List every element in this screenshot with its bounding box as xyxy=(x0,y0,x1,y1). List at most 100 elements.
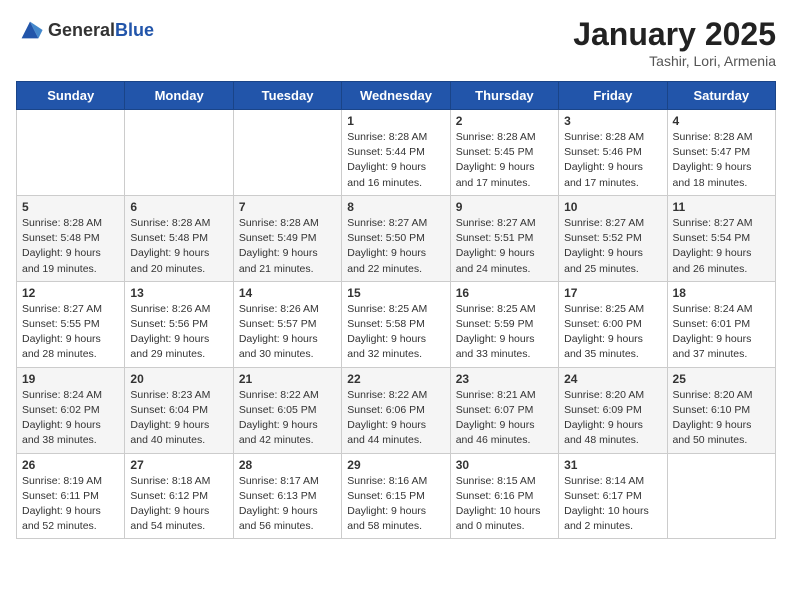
calendar-cell: 5Sunrise: 8:28 AM Sunset: 5:48 PM Daylig… xyxy=(17,195,125,281)
calendar-cell: 17Sunrise: 8:25 AM Sunset: 6:00 PM Dayli… xyxy=(559,281,667,367)
day-info: Sunrise: 8:26 AM Sunset: 5:56 PM Dayligh… xyxy=(130,302,227,363)
month-title: January 2025 xyxy=(573,16,776,53)
day-info: Sunrise: 8:27 AM Sunset: 5:50 PM Dayligh… xyxy=(347,216,444,277)
calendar-cell: 27 Sunrise: 8:18 AM Sunset: 6:12 PM Dayli… xyxy=(125,453,233,539)
calendar-cell: 29 Sunrise: 8:16 AM Sunset: 6:15 PM Dayli… xyxy=(342,453,450,539)
day-info: Sunrise: 8:16 AM Sunset: 6:15 PM Dayligh… xyxy=(347,474,444,535)
day-info: Sunrise: 8:26 AM Sunset: 5:57 PM Dayligh… xyxy=(239,302,336,363)
day-info: Sunrise: 8:28 AM Sunset: 5:49 PM Dayligh… xyxy=(239,216,336,277)
day-info: Sunrise: 8:17 AM Sunset: 6:13 PM Dayligh… xyxy=(239,474,336,535)
calendar-cell: 25 Sunrise: 8:20 AM Sunset: 6:10 PM Dayli… xyxy=(667,367,775,453)
calendar-cell: 1 Sunrise: 8:28 AM Sunset: 5:44 PM Daylig… xyxy=(342,110,450,196)
day-info: Sunrise: 8:28 AM Sunset: 5:45 PM Dayligh… xyxy=(456,130,553,191)
location-title: Tashir, Lori, Armenia xyxy=(573,53,776,69)
logo-icon xyxy=(16,16,44,44)
calendar-cell xyxy=(233,110,341,196)
calendar-title-area: January 2025 Tashir, Lori, Armenia xyxy=(573,16,776,69)
weekday-header: Friday xyxy=(559,82,667,110)
day-info: Sunrise: 8:27 AM Sunset: 5:51 PM Dayligh… xyxy=(456,216,553,277)
day-number: 11 xyxy=(673,200,770,214)
day-number: 7 xyxy=(239,200,336,214)
day-number: 29 xyxy=(347,458,444,472)
calendar-cell: 18Sunrise: 8:24 AM Sunset: 6:01 PM Dayli… xyxy=(667,281,775,367)
calendar-cell: 6 Sunrise: 8:28 AM Sunset: 5:48 PM Daylig… xyxy=(125,195,233,281)
day-info: Sunrise: 8:20 AM Sunset: 6:09 PM Dayligh… xyxy=(564,388,661,449)
day-number: 25 xyxy=(673,372,770,386)
day-info: Sunrise: 8:27 AM Sunset: 5:52 PM Dayligh… xyxy=(564,216,661,277)
calendar-week-row: 5 Sunrise: 8:28 AM Sunset: 5:48 PM Daylig… xyxy=(17,195,776,281)
day-number: 20 xyxy=(130,372,227,386)
day-info: Sunrise: 8:14 AM Sunset: 6:17 PM Dayligh… xyxy=(564,474,661,535)
calendar-cell xyxy=(667,453,775,539)
day-number: 14 xyxy=(239,286,336,300)
day-number: 22 xyxy=(347,372,444,386)
calendar-cell: 7 Sunrise: 8:28 AM Sunset: 5:49 PM Daylig… xyxy=(233,195,341,281)
page-header: GeneralBlue January 2025 Tashir, Lori, A… xyxy=(16,16,776,69)
calendar-table: SundayMondayTuesdayWednesdayThursdayFrid… xyxy=(16,81,776,539)
day-info: Sunrise: 8:28 AM Sunset: 5:46 PM Dayligh… xyxy=(564,130,661,191)
day-info: Sunrise: 8:25 AM Sunset: 5:58 PM Dayligh… xyxy=(347,302,444,363)
calendar-cell: 20 Sunrise: 8:23 AM Sunset: 6:04 PM Dayli… xyxy=(125,367,233,453)
day-number: 1 xyxy=(347,114,444,128)
calendar-header-row: SundayMondayTuesdayWednesdayThursdayFrid… xyxy=(17,82,776,110)
calendar-cell: 8Sunrise: 8:27 AM Sunset: 5:50 PM Daylig… xyxy=(342,195,450,281)
day-info: Sunrise: 8:28 AM Sunset: 5:48 PM Dayligh… xyxy=(130,216,227,277)
day-info: Sunrise: 8:18 AM Sunset: 6:12 PM Dayligh… xyxy=(130,474,227,535)
logo: GeneralBlue xyxy=(16,16,154,44)
calendar-cell: 2 Sunrise: 8:28 AM Sunset: 5:45 PM Daylig… xyxy=(450,110,558,196)
calendar-cell: 15 Sunrise: 8:25 AM Sunset: 5:58 PM Dayli… xyxy=(342,281,450,367)
day-info: Sunrise: 8:20 AM Sunset: 6:10 PM Dayligh… xyxy=(673,388,770,449)
calendar-cell: 28 Sunrise: 8:17 AM Sunset: 6:13 PM Dayli… xyxy=(233,453,341,539)
calendar-cell: 16Sunrise: 8:25 AM Sunset: 5:59 PM Dayli… xyxy=(450,281,558,367)
day-info: Sunrise: 8:22 AM Sunset: 6:06 PM Dayligh… xyxy=(347,388,444,449)
day-info: Sunrise: 8:27 AM Sunset: 5:55 PM Dayligh… xyxy=(22,302,119,363)
day-info: Sunrise: 8:24 AM Sunset: 6:01 PM Dayligh… xyxy=(673,302,770,363)
calendar-cell: 30Sunrise: 8:15 AM Sunset: 6:16 PM Dayli… xyxy=(450,453,558,539)
calendar-cell: 21Sunrise: 8:22 AM Sunset: 6:05 PM Dayli… xyxy=(233,367,341,453)
calendar-cell: 24Sunrise: 8:20 AM Sunset: 6:09 PM Dayli… xyxy=(559,367,667,453)
day-info: Sunrise: 8:27 AM Sunset: 5:54 PM Dayligh… xyxy=(673,216,770,277)
day-number: 30 xyxy=(456,458,553,472)
weekday-header: Wednesday xyxy=(342,82,450,110)
calendar-week-row: 1 Sunrise: 8:28 AM Sunset: 5:44 PM Daylig… xyxy=(17,110,776,196)
calendar-cell xyxy=(17,110,125,196)
weekday-header: Monday xyxy=(125,82,233,110)
day-info: Sunrise: 8:23 AM Sunset: 6:04 PM Dayligh… xyxy=(130,388,227,449)
day-info: Sunrise: 8:19 AM Sunset: 6:11 PM Dayligh… xyxy=(22,474,119,535)
day-number: 19 xyxy=(22,372,119,386)
day-number: 9 xyxy=(456,200,553,214)
weekday-header: Tuesday xyxy=(233,82,341,110)
calendar-cell: 22 Sunrise: 8:22 AM Sunset: 6:06 PM Dayli… xyxy=(342,367,450,453)
weekday-header: Saturday xyxy=(667,82,775,110)
calendar-cell: 9 Sunrise: 8:27 AM Sunset: 5:51 PM Daylig… xyxy=(450,195,558,281)
calendar-cell: 19 Sunrise: 8:24 AM Sunset: 6:02 PM Dayli… xyxy=(17,367,125,453)
day-number: 16 xyxy=(456,286,553,300)
day-info: Sunrise: 8:28 AM Sunset: 5:47 PM Dayligh… xyxy=(673,130,770,191)
calendar-cell: 12 Sunrise: 8:27 AM Sunset: 5:55 PM Dayli… xyxy=(17,281,125,367)
calendar-cell xyxy=(125,110,233,196)
day-number: 12 xyxy=(22,286,119,300)
day-info: Sunrise: 8:22 AM Sunset: 6:05 PM Dayligh… xyxy=(239,388,336,449)
calendar-week-row: 19 Sunrise: 8:24 AM Sunset: 6:02 PM Dayli… xyxy=(17,367,776,453)
calendar-cell: 31 Sunrise: 8:14 AM Sunset: 6:17 PM Dayli… xyxy=(559,453,667,539)
day-number: 5 xyxy=(22,200,119,214)
calendar-cell: 10 Sunrise: 8:27 AM Sunset: 5:52 PM Dayli… xyxy=(559,195,667,281)
day-number: 15 xyxy=(347,286,444,300)
day-info: Sunrise: 8:24 AM Sunset: 6:02 PM Dayligh… xyxy=(22,388,119,449)
day-number: 3 xyxy=(564,114,661,128)
calendar-cell: 11 Sunrise: 8:27 AM Sunset: 5:54 PM Dayli… xyxy=(667,195,775,281)
day-number: 2 xyxy=(456,114,553,128)
day-number: 10 xyxy=(564,200,661,214)
day-number: 6 xyxy=(130,200,227,214)
day-info: Sunrise: 8:28 AM Sunset: 5:44 PM Dayligh… xyxy=(347,130,444,191)
day-number: 4 xyxy=(673,114,770,128)
day-number: 28 xyxy=(239,458,336,472)
calendar-week-row: 12 Sunrise: 8:27 AM Sunset: 5:55 PM Dayli… xyxy=(17,281,776,367)
day-number: 13 xyxy=(130,286,227,300)
day-number: 17 xyxy=(564,286,661,300)
calendar-cell: 23Sunrise: 8:21 AM Sunset: 6:07 PM Dayli… xyxy=(450,367,558,453)
day-number: 31 xyxy=(564,458,661,472)
logo-blue-text: Blue xyxy=(115,20,154,40)
day-number: 27 xyxy=(130,458,227,472)
calendar-week-row: 26Sunrise: 8:19 AM Sunset: 6:11 PM Dayli… xyxy=(17,453,776,539)
